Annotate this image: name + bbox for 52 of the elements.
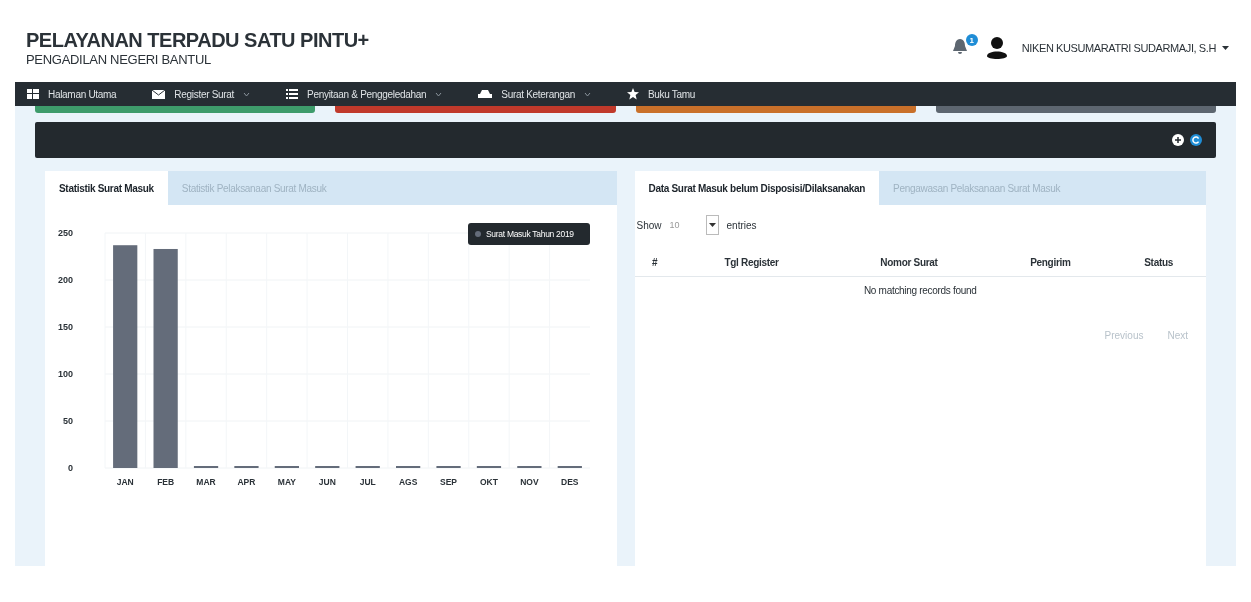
axis-label: 50: [63, 416, 73, 426]
caret-icon: [708, 223, 716, 227]
legend-label: Surat Masuk Tahun 2019: [486, 229, 575, 239]
axis-label: JUN: [318, 477, 336, 487]
axis-label: AGS: [398, 477, 418, 487]
column-header: #: [634, 249, 675, 277]
axis-label: OKT: [480, 477, 498, 487]
list-icon: [286, 89, 299, 99]
axis-label: 200: [57, 275, 73, 285]
nav-item[interactable]: Buku Tamu: [626, 88, 696, 100]
axis-label: MAR: [196, 477, 216, 487]
nav-item[interactable]: Surat Keterangan: [478, 88, 591, 100]
expand-icon[interactable]: [1172, 134, 1184, 146]
axis-label: 150: [57, 322, 73, 332]
axis-label: MAY: [277, 477, 296, 487]
column-header: Tgl Register: [674, 249, 829, 277]
axis-label: DES: [561, 477, 579, 487]
column-header: Pengirim: [989, 249, 1112, 277]
entries-label: entries: [726, 219, 757, 231]
axis-label: FEB: [157, 477, 175, 487]
chart-legend: Surat Masuk Tahun 2019: [468, 223, 590, 245]
chevron-icon: [435, 91, 443, 97]
notification-badge: 1: [965, 34, 978, 46]
bell-icon[interactable]: [951, 38, 968, 56]
column-header: Nomor Surat: [828, 249, 990, 277]
app-title: PELAYANAN TERPADU SATU PINTU+: [26, 29, 369, 52]
axis-label: APR: [237, 477, 256, 487]
user-menu[interactable]: NIKEN KUSUMARATRI SUDARMAJI, S.H: [1021, 42, 1229, 54]
axis-label: JUL: [359, 477, 376, 487]
axis-label: 0: [68, 463, 73, 473]
axis-label: 100: [57, 369, 73, 379]
tab[interactable]: Data Surat Masuk belum Disposisi/Dilaksanakan: [634, 171, 880, 205]
show-label: Show: [636, 219, 662, 231]
nav-item[interactable]: Register Surat: [152, 88, 251, 100]
chevron-icon: [243, 91, 251, 97]
refresh-icon[interactable]: [1190, 134, 1202, 146]
nav-item[interactable]: Halaman Utama: [27, 88, 117, 100]
nav-item[interactable]: Penyitaan & Penggeledahan: [286, 88, 443, 100]
envelope-icon: [152, 89, 166, 99]
axis-label: 250: [57, 228, 73, 238]
axis-label: SEP: [440, 477, 458, 487]
empty-message: No matching records found: [863, 285, 977, 296]
app-subtitle: PENGADILAN NEGERI BANTUL: [26, 52, 212, 67]
user-icon: [985, 36, 1008, 60]
column-header: Status: [1111, 249, 1206, 277]
caret-icon: [1222, 46, 1229, 50]
axis-label: NOV: [520, 477, 539, 487]
grid-icon: [27, 89, 39, 99]
star-icon: [626, 88, 639, 100]
tab[interactable]: Statistik Surat Masuk: [45, 171, 168, 205]
axis-label: JAN: [116, 477, 134, 487]
chevron-icon: [583, 91, 591, 97]
